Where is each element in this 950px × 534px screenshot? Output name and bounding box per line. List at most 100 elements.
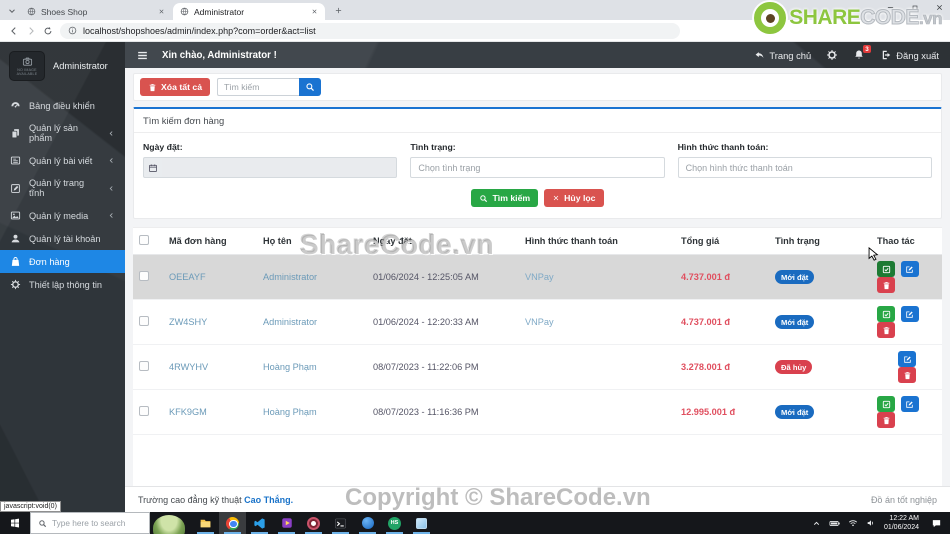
order-code-link[interactable]: OEEAYF [169,272,206,282]
payment-select[interactable] [677,157,932,178]
network-icon[interactable] [848,518,858,528]
taskbar-search-input[interactable] [52,518,137,528]
tab-close-icon[interactable] [158,8,165,15]
orders-table: Mã đơn hàng Họ tên Ngày đặt Hình thức th… [133,228,942,435]
quick-search-input[interactable] [217,78,300,96]
order-code-link[interactable]: 4RWYHV [169,362,208,372]
start-button[interactable] [0,512,30,534]
table-row: 4RWYHV Hoàng Phạm 08/07/2023 - 11:22:06 … [133,344,942,390]
row-checkbox[interactable] [139,271,149,281]
status-label: Tình trạng: [410,142,456,152]
tab-list-chevron-icon[interactable] [4,3,20,19]
delete-order-button[interactable] [877,322,895,338]
notification-center-button[interactable] [927,518,945,529]
browser-back-button[interactable] [9,26,19,36]
windows-logo-icon [9,517,21,529]
vscode-icon [253,517,266,530]
filter-search-button[interactable]: Tìm kiếm [471,189,539,207]
search-icon [38,519,47,528]
home-link[interactable]: Trang chủ [754,50,811,61]
delete-order-button[interactable] [877,277,895,293]
browser-refresh-button[interactable] [43,26,53,36]
sidebar-item-settings[interactable]: Thiết lập thông tin [0,273,125,296]
order-code-link[interactable]: ZW4SHY [169,317,207,327]
sidebar-item-posts[interactable]: Quản lý bài viết [0,149,125,172]
select-all-checkbox[interactable] [139,235,149,245]
row-checkbox[interactable] [139,406,149,416]
window-maximize-button[interactable] [911,4,919,12]
quick-search-button[interactable] [299,78,322,96]
order-total: 3.278.001 đ [681,362,731,372]
taskbar-clock[interactable]: 12:22 AM 01/06/2024 [884,514,919,532]
taskbar-vscode[interactable] [246,512,273,534]
footer-school-link[interactable]: Cao Thắng. [244,495,293,505]
notifications-button[interactable]: 3 [853,45,872,61]
delete-all-button[interactable]: Xóa tất cả [140,78,211,96]
date-input[interactable] [161,157,398,178]
table-row: ZW4SHY Administrator 01/06/2024 - 12:20:… [133,299,942,345]
sidebar-item-orders[interactable]: Đơn hàng [0,250,125,273]
status-select[interactable] [410,157,665,178]
weather-widget[interactable] [150,512,188,534]
taskbar-chrome[interactable] [219,512,246,534]
site-info-icon[interactable] [68,26,77,35]
avatar: NO IMAGE AVAILABLE [9,51,45,81]
battery-icon[interactable] [829,518,840,529]
browser-forward-button[interactable] [26,26,36,36]
logout-link[interactable]: Đăng xuất [880,49,939,61]
customer-name-link[interactable]: Hoàng Phạm [263,407,317,417]
delete-order-button[interactable] [898,367,916,383]
sidebar-item-accounts[interactable]: Quản lý tài khoản [0,227,125,250]
row-checkbox[interactable] [139,316,149,326]
row-checkbox[interactable] [139,361,149,371]
tray-expand-chevron[interactable] [812,519,821,528]
customer-name-link[interactable]: Administrator [263,317,317,327]
approve-order-button[interactable] [877,396,895,412]
taskbar-media-app[interactable] [273,512,300,534]
payment-label: Hình thức thanh toán: [677,142,769,152]
edit-order-button[interactable] [900,261,919,277]
sidebar-item-dashboard[interactable]: Bảng điều khiển [0,94,125,117]
settings-gears-button[interactable] [826,49,838,61]
footer-text: Trường cao đẳng kỹ thuật [138,494,242,505]
avatar-placeholder-text: NO IMAGE AVAILABLE [16,67,38,76]
customer-name-link[interactable]: Hoàng Phạm [263,362,317,372]
sidebar-item-media[interactable]: Quản lý media [0,204,125,227]
window-minimize-button[interactable] [886,3,895,12]
tab-close-icon[interactable] [311,8,318,15]
edit-order-button[interactable] [900,306,919,322]
taskbar-file-explorer[interactable] [192,512,219,534]
new-tab-button[interactable] [330,2,346,18]
browser-tab-shoes-shop[interactable]: Shoes Shop [20,3,172,20]
taskbar-search[interactable] [30,512,150,534]
col-header-code: Mã đơn hàng [163,228,257,255]
browser-tab-strip: Shoes Shop Administrator [0,0,950,20]
user-icon [10,233,21,244]
filter-clear-button[interactable]: Hủy lọc [544,189,604,207]
taskbar-3d-app[interactable] [408,512,435,534]
window-close-button[interactable] [935,3,944,12]
customer-name-link[interactable]: Administrator [263,272,317,282]
taskbar-terminal[interactable] [327,512,354,534]
order-code-link[interactable]: KFK9GM [169,407,207,417]
approve-order-button[interactable] [877,261,895,277]
col-header-payment: Hình thức thanh toán [519,228,675,255]
camera-icon [21,56,34,67]
search-icon [479,194,488,203]
taskbar-blue-app[interactable] [354,512,381,534]
col-header-name: Họ tên [257,228,367,255]
sidebar-item-products[interactable]: Quản lý sản phẩm [0,117,125,149]
edit-order-button[interactable] [900,396,919,412]
edit-order-button[interactable] [898,351,916,367]
order-total: 4.737.001 đ [681,317,731,327]
taskbar-hs-app[interactable]: HS [381,512,408,534]
sidebar-item-static-pages[interactable]: Quản lý trang tĩnh [0,172,125,204]
navbar-greeting: Xin chào, Administrator ! [162,49,277,61]
browser-tab-administrator[interactable]: Administrator [173,3,325,20]
menu-toggle-button[interactable] [136,49,149,62]
delete-order-button[interactable] [877,412,895,428]
approve-order-button[interactable] [877,306,895,322]
taskbar-obs[interactable] [300,512,327,534]
volume-icon[interactable] [866,518,876,528]
url-bar[interactable]: localhost/shopshoes/admin/index.php?com=… [60,22,680,39]
